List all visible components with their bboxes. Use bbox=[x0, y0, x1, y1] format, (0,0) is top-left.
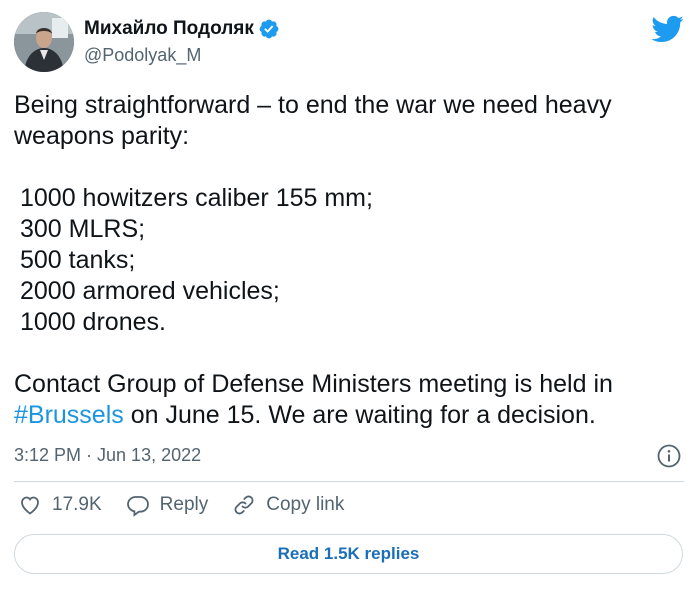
author-handle[interactable]: @Podolyak_M bbox=[84, 43, 280, 67]
heart-icon bbox=[21, 496, 39, 515]
weapons-list: 1000 howitzers caliber 155 mm; 300 MLRS;… bbox=[14, 183, 674, 338]
like-count: 17.9K bbox=[52, 494, 102, 515]
tweet-closing-line: Contact Group of Defense Ministers meeti… bbox=[14, 370, 613, 398]
author-names: Михайло Подоляк @Podolyak_M bbox=[84, 17, 280, 67]
list-item: 1000 drones. bbox=[20, 308, 166, 336]
tweet-timestamp[interactable]: 3:12 PM · Jun 13, 2022 bbox=[14, 443, 201, 467]
list-item: 2000 armored vehicles; bbox=[20, 277, 280, 305]
read-replies-button[interactable]: Read 1.5K replies bbox=[14, 534, 683, 574]
name-row: Михайло Подоляк bbox=[84, 17, 280, 41]
tweet-actions: 17.9K Reply Copy link bbox=[18, 493, 368, 517]
tweet-closing-line-2: #Brussels on June 15. We are waiting for… bbox=[14, 400, 674, 431]
tweet-header: Михайло Подоляк @Podolyak_M bbox=[14, 12, 280, 72]
hashtag-link[interactable]: #Brussels bbox=[14, 401, 124, 429]
copy-link-button[interactable]: Copy link bbox=[232, 493, 344, 517]
tweet-closing-rest: on June 15. We are waiting for a decisio… bbox=[123, 401, 596, 429]
twitter-bird-icon[interactable] bbox=[650, 12, 684, 46]
list-item: 1000 howitzers caliber 155 mm; bbox=[20, 184, 373, 212]
tweet-card: Михайло Подоляк @Podolyak_M Being straig… bbox=[0, 0, 700, 590]
verified-badge-icon bbox=[258, 18, 280, 40]
reply-button[interactable]: Reply bbox=[126, 493, 209, 517]
reply-label: Reply bbox=[159, 494, 209, 515]
tweet-intro: Being straightforward – to end the war w… bbox=[14, 91, 612, 150]
divider bbox=[14, 481, 684, 482]
like-button[interactable]: 17.9K bbox=[18, 493, 102, 517]
author-display-name[interactable]: Михайло Подоляк bbox=[84, 17, 254, 41]
tweet-text: Being straightforward – to end the war w… bbox=[14, 90, 674, 431]
avatar[interactable] bbox=[14, 12, 74, 72]
list-item: 500 tanks; bbox=[20, 246, 136, 274]
copy-link-label: Copy link bbox=[266, 494, 345, 515]
list-item: 300 MLRS; bbox=[20, 215, 146, 243]
link-icon bbox=[234, 495, 254, 515]
reply-icon bbox=[126, 496, 149, 517]
info-icon[interactable] bbox=[657, 444, 681, 468]
